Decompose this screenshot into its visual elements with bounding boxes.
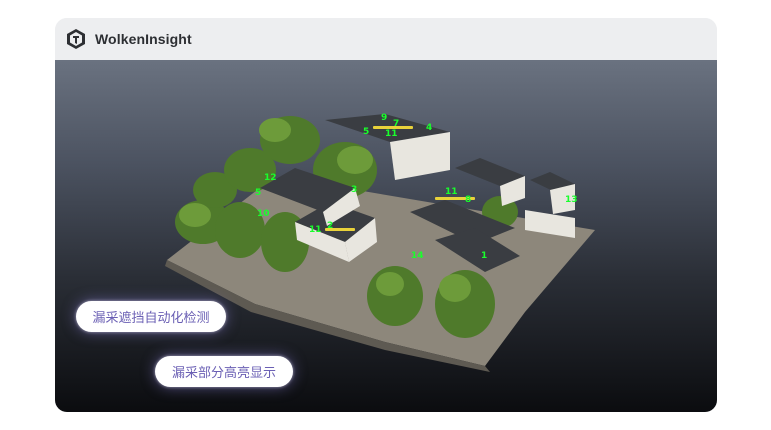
marker-label: 8 [465,195,471,205]
marker-label: 2 [327,221,333,231]
app-title: WolkenInsight [95,31,192,47]
marker-label: 13 [565,195,578,205]
marker-label: 5 [255,188,261,198]
marker-label: 12 [264,173,277,183]
marker-label: 1 [481,251,487,261]
marker-label: 11 [385,129,398,139]
marker-label: 11 [445,187,458,197]
cube-logo-icon [67,29,85,49]
marker-label: 5 [363,127,369,137]
app-window: WolkenInsight 9 7 4 5 11 3 12 5 10 11 2 … [55,18,717,412]
highlight-missing-button[interactable]: 漏采部分高亮显示 [155,356,293,387]
3d-viewport[interactable]: 9 7 4 5 11 3 12 5 10 11 2 11 8 13 14 1 漏… [55,60,717,412]
marker-label: 10 [257,209,270,219]
marker-label: 4 [426,123,432,133]
marker-label: 14 [411,251,424,261]
occlusion-detect-button[interactable]: 漏采遮挡自动化检测 [76,301,226,332]
marker-label: 3 [351,185,357,195]
marker-label: 11 [309,225,322,235]
title-bar: WolkenInsight [55,18,717,60]
marker-label: 9 [381,113,387,123]
point-cloud-model[interactable]: 9 7 4 5 11 3 12 5 10 11 2 11 8 13 14 1 [55,60,717,412]
marker-label: 7 [393,119,399,129]
